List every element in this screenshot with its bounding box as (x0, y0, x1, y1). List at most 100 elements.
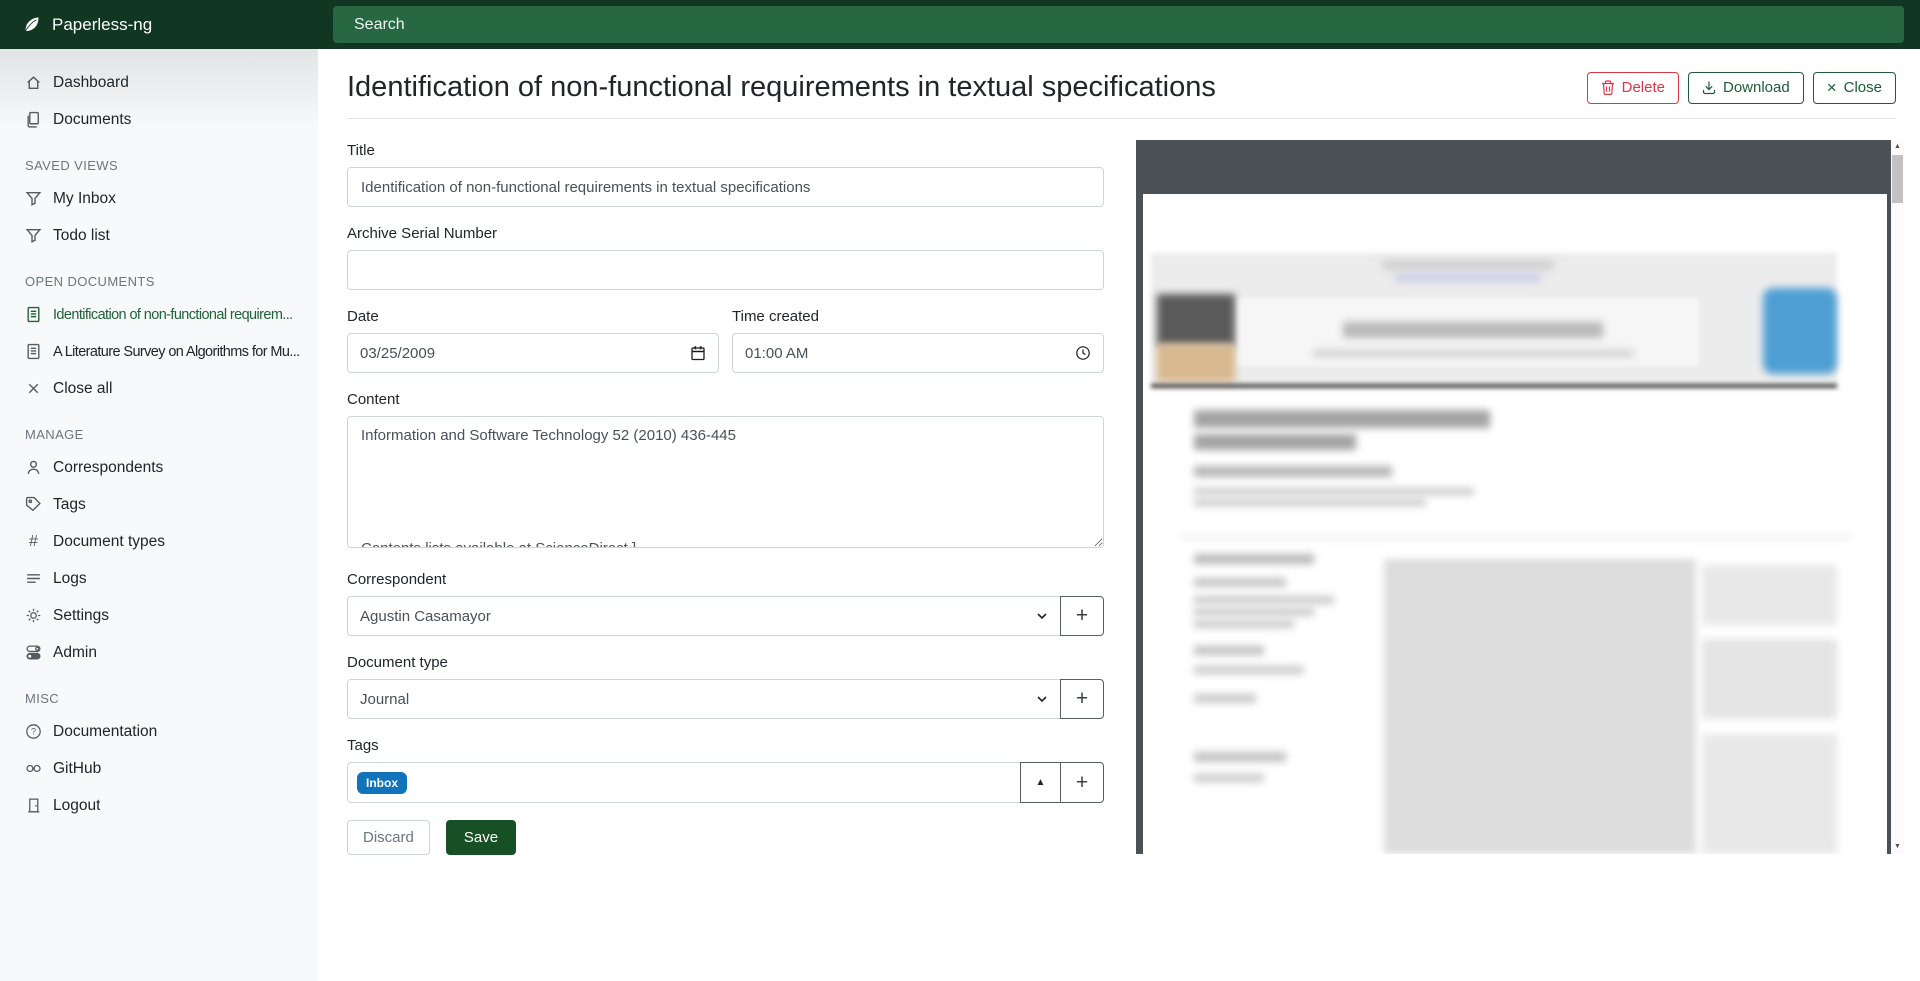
title-input[interactable] (347, 167, 1104, 207)
download-icon (1702, 80, 1716, 95)
documents-icon (25, 111, 42, 128)
time-created-input[interactable]: 01:00 AM (732, 333, 1104, 373)
sidebar-item-github[interactable]: GitHub (0, 750, 318, 787)
preview-elsevier-tree-logo (1763, 288, 1837, 374)
sidebar-item-logs[interactable]: Logs (0, 560, 318, 597)
top-navbar: Paperless-ng (0, 0, 1920, 49)
preview-homepage-line (1383, 260, 1553, 270)
tag-icon (25, 496, 42, 513)
form-actions: Discard Save (347, 820, 1104, 855)
plus-icon: + (1076, 604, 1088, 628)
correspondent-select[interactable]: Agustin Casamayor (347, 596, 1061, 636)
preview-affiliation-line-2 (1194, 499, 1426, 506)
preview-right-text-block (1702, 639, 1837, 719)
asn-input[interactable] (347, 250, 1104, 290)
discard-button[interactable]: Discard (347, 820, 430, 855)
download-button[interactable]: Download (1688, 72, 1804, 104)
page-title: Identification of non-functional require… (347, 71, 1216, 104)
sidebar-label: GitHub (53, 760, 101, 778)
sidebar-section-saved-views: SAVED VIEWS (0, 150, 318, 180)
add-tag-button[interactable]: + (1060, 762, 1104, 803)
sidebar-item-documentation[interactable]: ? Documentation (0, 713, 318, 750)
sidebar-label: Correspondents (53, 459, 163, 477)
preview-figure-block (1384, 559, 1696, 854)
scroll-down-icon[interactable]: ▼ (1891, 840, 1904, 854)
sidebar-label: My Inbox (53, 190, 116, 208)
sidebar-open-document-2[interactable]: A Literature Survey on Algorithms for Mu… (0, 333, 318, 370)
preview-authors-line (1194, 466, 1392, 477)
date-input[interactable]: 03/25/2009 (347, 333, 719, 373)
close-button-label: Close (1844, 79, 1882, 97)
trash-icon (1601, 80, 1615, 95)
add-document-type-button[interactable]: + (1060, 679, 1104, 719)
sidebar: Dashboard Documents SAVED VIEWS My Inbox… (0, 49, 318, 981)
tags-dropdown-toggle-button[interactable]: ▲ (1020, 762, 1061, 803)
chevron-down-icon (1036, 693, 1048, 705)
preview-paper-title-line-2 (1194, 434, 1356, 450)
date-label: Date (347, 308, 719, 325)
preview-scrollbar-thumb[interactable] (1892, 155, 1903, 203)
scroll-up-icon[interactable]: ▲ (1891, 140, 1904, 154)
plus-icon: + (1076, 687, 1088, 711)
sidebar-item-admin[interactable]: Admin (0, 634, 318, 671)
correspondent-value: Agustin Casamayor (360, 608, 491, 625)
date-value: 03/25/2009 (360, 345, 435, 362)
preview-article-info-line (1194, 596, 1334, 604)
preview-article-info-line (1194, 578, 1286, 587)
time-value: 01:00 AM (745, 345, 808, 362)
add-correspondent-button[interactable]: + (1060, 596, 1104, 636)
sidebar-label: Settings (53, 607, 109, 625)
sidebar-item-tags[interactable]: Tags (0, 486, 318, 523)
tags-input[interactable]: Inbox (347, 762, 1021, 803)
question-circle-icon: ? (25, 723, 42, 740)
preview-paper-title-line-1 (1194, 410, 1490, 428)
preview-keywords-line (1194, 694, 1256, 703)
sidebar-label: Logout (53, 797, 100, 815)
sidebar-item-close-all[interactable]: Close all (0, 370, 318, 407)
document-type-value: Journal (360, 691, 409, 708)
sidebar-item-correspondents[interactable]: Correspondents (0, 449, 318, 486)
calendar-icon[interactable] (690, 345, 706, 361)
plus-icon: + (1076, 771, 1088, 795)
close-button[interactable]: × Close (1813, 72, 1896, 104)
document-form: Title Archive Serial Number Date 03/25/2… (347, 119, 1104, 855)
preview-banner-rule (1151, 384, 1837, 388)
app-title: Paperless-ng (52, 15, 152, 35)
filter-icon (25, 227, 42, 244)
file-text-icon (25, 306, 42, 323)
sidebar-item-dashboard[interactable]: Dashboard (0, 64, 318, 101)
preview-scrollbar[interactable]: ▲ ▼ (1891, 140, 1904, 854)
sidebar-item-document-types[interactable]: # Document types (0, 523, 318, 560)
correspondent-label: Correspondent (347, 571, 1104, 588)
download-button-label: Download (1723, 79, 1790, 97)
sidebar-item-todo-list[interactable]: Todo list (0, 217, 318, 254)
search-input[interactable] (333, 6, 1904, 43)
preview-article-info-line (1194, 608, 1314, 616)
preview-keywords-heading (1194, 646, 1264, 655)
preview-publisher-logo-base (1157, 344, 1235, 382)
tag-badge-inbox[interactable]: Inbox (357, 772, 407, 794)
sidebar-item-my-inbox[interactable]: My Inbox (0, 180, 318, 217)
save-button[interactable]: Save (446, 820, 516, 855)
main-content: Identification of non-functional require… (318, 49, 1920, 981)
sidebar-label: Logs (53, 570, 87, 588)
sidebar-item-settings[interactable]: Settings (0, 597, 318, 634)
home-icon (25, 74, 42, 91)
delete-button[interactable]: Delete (1587, 72, 1679, 104)
link-icon (25, 760, 42, 777)
document-type-select[interactable]: Journal (347, 679, 1061, 719)
sidebar-item-documents[interactable]: Documents (0, 101, 318, 138)
document-preview-pane[interactable]: ▲ ▼ (1136, 140, 1904, 854)
sidebar-open-document-1[interactable]: Identification of non-functional require… (0, 296, 318, 333)
preview-article-info-heading (1194, 554, 1314, 564)
sidebar-item-logout[interactable]: Logout (0, 787, 318, 824)
clock-icon[interactable] (1075, 345, 1091, 361)
preview-page (1143, 194, 1887, 854)
preview-keywords-line (1194, 666, 1304, 674)
sidebar-label: Close all (53, 380, 112, 398)
hash-icon: # (25, 533, 42, 551)
sidebar-section-open-documents: OPEN DOCUMENTS (0, 266, 318, 296)
content-textarea[interactable]: Information and Software Technology 52 (… (347, 416, 1104, 548)
filter-icon (25, 190, 42, 207)
app-brand[interactable]: Paperless-ng (0, 15, 318, 35)
